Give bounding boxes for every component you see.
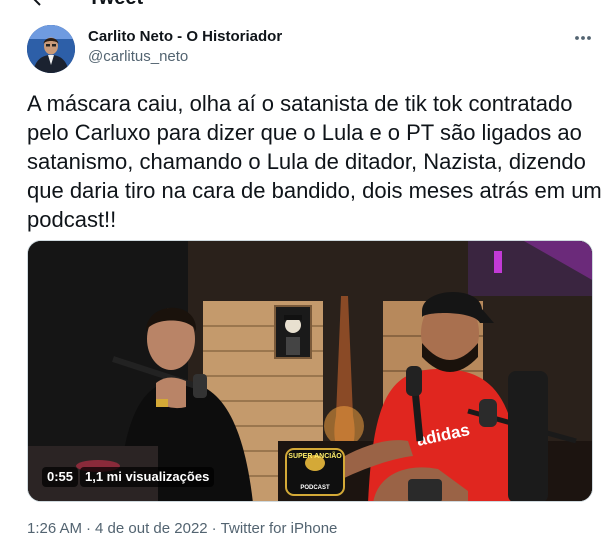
- header-bar: Tweet: [0, 0, 611, 10]
- tweet-date[interactable]: 4 de out de 2022: [95, 520, 208, 533]
- podcast-logo-subtext: PODCAST: [300, 485, 330, 491]
- more-horizontal-icon: [575, 36, 591, 40]
- meta-separator: ·: [86, 520, 92, 533]
- meta-separator: ·: [211, 520, 217, 533]
- avatar[interactable]: [27, 25, 75, 73]
- tweet-text: A máscara caiu, olha aí o satanista de t…: [27, 91, 602, 232]
- page-title: Tweet: [88, 0, 143, 10]
- video-thumbnail: adidas SUPER ANCIÃO PODCAST: [28, 241, 592, 501]
- arrow-left-icon: [33, 0, 41, 6]
- video-duration-badge: 0:55: [42, 467, 79, 487]
- author-handle[interactable]: @carlitus_neto: [88, 48, 188, 66]
- back-button[interactable]: [28, 0, 52, 10]
- avatar-image: [27, 25, 75, 73]
- podcast-logo-text: SUPER ANCIÃO: [288, 451, 342, 460]
- tweet-time[interactable]: 1:26 AM: [27, 520, 82, 533]
- tweet-meta: 1:26 AM · 4 de out de 2022 · Twitter for iPh…: [27, 520, 337, 533]
- more-button[interactable]: [566, 26, 600, 50]
- tweet-source[interactable]: Twitter for iPhone: [221, 520, 338, 533]
- author-name[interactable]: Carlito Neto - O Historiador: [88, 28, 282, 46]
- video-player[interactable]: adidas SUPER ANCIÃO PODCAST 0:55 1,1 mi …: [27, 240, 593, 502]
- video-views-badge: 1,1 mi visualizações: [80, 467, 215, 487]
